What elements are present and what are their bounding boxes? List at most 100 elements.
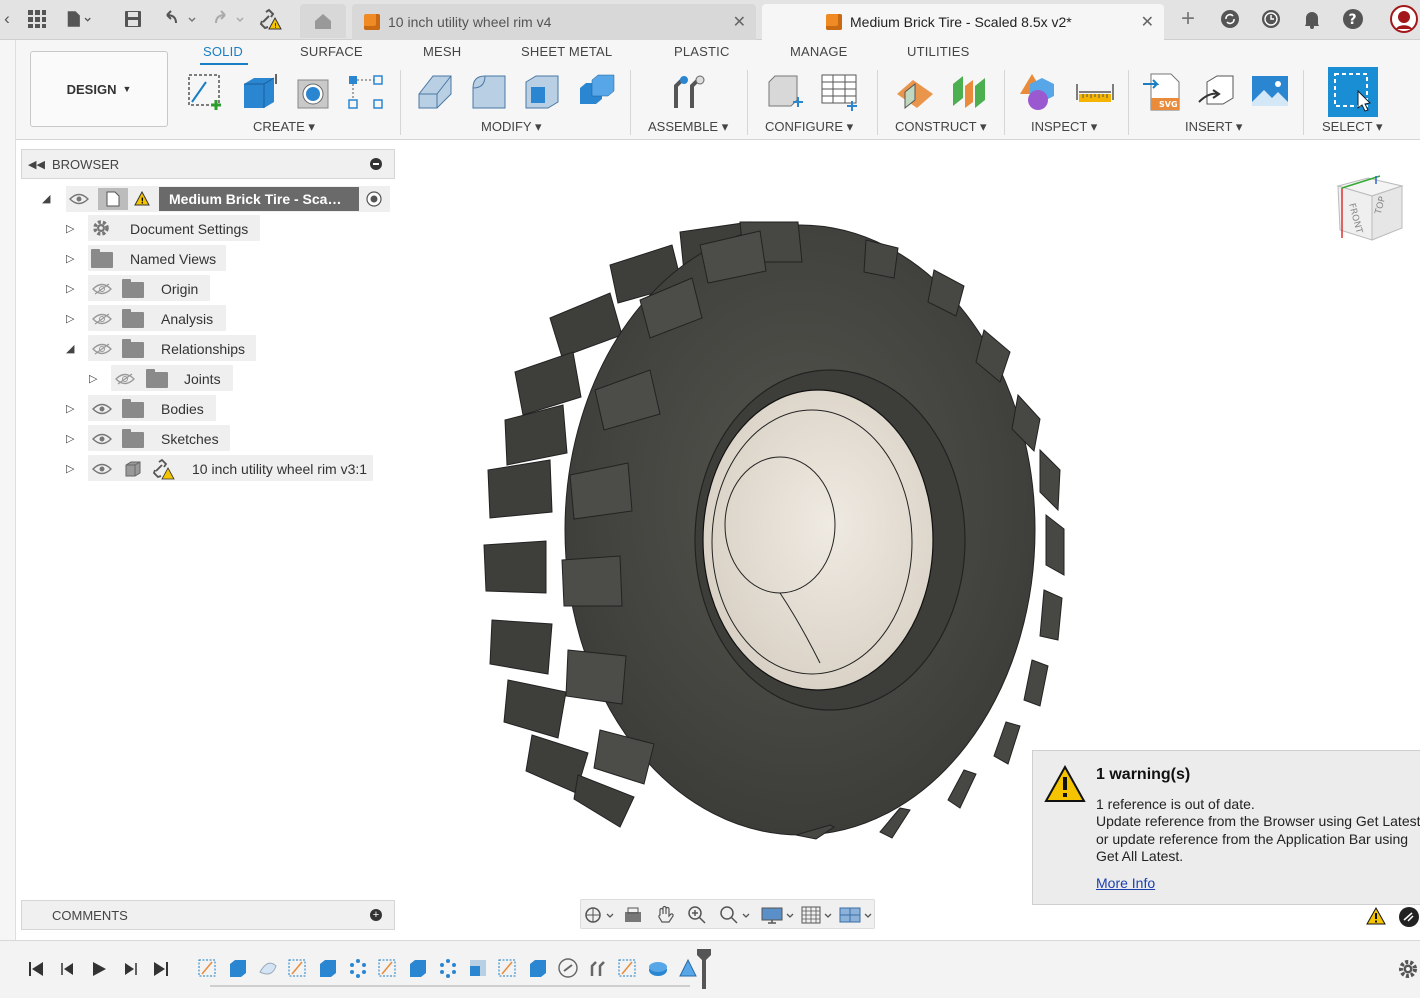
- insert-mesh-icon[interactable]: [1197, 72, 1237, 112]
- expand-arrow-icon[interactable]: ▷: [66, 433, 78, 445]
- redo-icon[interactable]: [210, 6, 250, 32]
- timeline-sketch-icon[interactable]: [378, 958, 398, 978]
- assemble-group-label[interactable]: ASSEMBLE ▾: [648, 119, 728, 135]
- grid-settings-icon[interactable]: [801, 905, 833, 925]
- go-to-start-icon[interactable]: [26, 959, 46, 979]
- timeline-pattern-icon[interactable]: [438, 958, 458, 978]
- timeline-pattern-icon[interactable]: [348, 958, 368, 978]
- workspace-switcher[interactable]: DESIGN ▼: [30, 51, 168, 127]
- configuration-icon[interactable]: [765, 72, 805, 112]
- add-comment-icon[interactable]: +: [370, 909, 382, 921]
- feedback-icon[interactable]: [1398, 906, 1420, 928]
- activate-radio-icon[interactable]: [365, 190, 383, 208]
- canvas-image-icon[interactable]: [1250, 72, 1290, 112]
- timeline-revolve-icon[interactable]: [648, 958, 668, 978]
- tab-manage[interactable]: MANAGE: [790, 44, 848, 59]
- avatar[interactable]: [1390, 5, 1418, 33]
- hidden-eye-icon[interactable]: [92, 283, 112, 295]
- play-icon[interactable]: [89, 959, 109, 979]
- look-at-icon[interactable]: [623, 905, 643, 925]
- inspect-group-label[interactable]: INSPECT ▾: [1031, 119, 1097, 135]
- visibility-eye-icon[interactable]: [69, 193, 89, 205]
- back-chevron-icon[interactable]: ‹: [0, 6, 14, 32]
- hidden-eye-icon[interactable]: [92, 343, 112, 355]
- timeline-extrude-icon[interactable]: [228, 958, 248, 978]
- interference-icon[interactable]: [1020, 72, 1060, 112]
- create-sketch-icon[interactable]: [186, 72, 226, 112]
- tab-sheet-metal[interactable]: SHEET METAL: [521, 44, 612, 59]
- close-tab-icon[interactable]: ✕: [1141, 12, 1154, 32]
- timeline-extrude-icon[interactable]: [318, 958, 338, 978]
- timeline-sketch-icon[interactable]: [498, 958, 518, 978]
- status-warning-icon[interactable]: [1366, 906, 1386, 926]
- link-warning-icon[interactable]: !: [258, 6, 284, 32]
- close-tab-icon[interactable]: ✕: [733, 12, 746, 32]
- clock-icon[interactable]: [1258, 6, 1284, 32]
- tab-rim-document[interactable]: 10 inch utility wheel rim v4 ✕: [352, 4, 756, 40]
- timeline-sketch-icon[interactable]: [288, 958, 308, 978]
- expand-arrow-icon[interactable]: ▷: [66, 313, 78, 325]
- tab-plastic[interactable]: PLASTIC: [674, 44, 730, 59]
- job-status-icon[interactable]: [1217, 6, 1243, 32]
- zoom-icon[interactable]: [687, 905, 707, 925]
- hidden-eye-icon[interactable]: [115, 373, 135, 385]
- pan-hand-icon[interactable]: [655, 905, 675, 925]
- orbit-icon[interactable]: [583, 905, 615, 925]
- timeline-scale-icon[interactable]: [468, 958, 488, 978]
- select-group-label[interactable]: SELECT ▾: [1322, 119, 1382, 135]
- construct-group-label[interactable]: CONSTRUCT ▾: [895, 119, 987, 135]
- file-menu-icon[interactable]: [66, 6, 92, 32]
- timeline-extrude-icon[interactable]: [408, 958, 428, 978]
- joint-icon[interactable]: [670, 72, 710, 112]
- hole-icon[interactable]: [294, 72, 334, 112]
- visibility-eye-icon[interactable]: [92, 403, 112, 415]
- expand-arrow-icon[interactable]: ▷: [66, 463, 78, 475]
- configure-group-label[interactable]: CONFIGURE ▾: [765, 119, 853, 135]
- tab-tire-document[interactable]: Medium Brick Tire - Scaled 8.5x v2* ✕: [762, 4, 1164, 40]
- hidden-eye-icon[interactable]: [92, 313, 112, 325]
- pattern-icon[interactable]: [346, 72, 386, 112]
- app-grid-icon[interactable]: [24, 6, 50, 32]
- combine-icon[interactable]: [576, 72, 616, 112]
- insert-group-label[interactable]: INSERT ▾: [1185, 119, 1242, 135]
- extrude-icon[interactable]: [240, 72, 280, 112]
- offset-plane-icon[interactable]: [895, 72, 935, 112]
- insert-svg-icon[interactable]: SVG: [1143, 72, 1183, 112]
- minimize-panel-icon[interactable]: [370, 158, 382, 170]
- collapse-arrow-icon[interactable]: ◢: [66, 343, 78, 355]
- timeline-sketch-icon[interactable]: [618, 958, 638, 978]
- collapse-panel-icon[interactable]: ◀◀: [28, 158, 46, 171]
- timeline-link-icon[interactable]: [558, 958, 578, 978]
- collapse-root-icon[interactable]: ◢: [42, 193, 54, 205]
- measure-icon[interactable]: [1075, 72, 1115, 112]
- modify-group-label[interactable]: MODIFY ▾: [481, 119, 541, 135]
- display-settings-icon[interactable]: [761, 905, 795, 925]
- timeline-extrude-icon[interactable]: [528, 958, 548, 978]
- root-component-label[interactable]: Medium Brick Tire - Scaled 8.5x v2: [159, 187, 359, 211]
- timeline-draft-icon[interactable]: [678, 958, 698, 978]
- visibility-eye-icon[interactable]: [92, 433, 112, 445]
- timeline-joint-icon[interactable]: [588, 958, 608, 978]
- step-forward-icon[interactable]: [120, 959, 140, 979]
- tire-model[interactable]: [483, 221, 1065, 840]
- midplane-icon[interactable]: [949, 72, 989, 112]
- expand-arrow-icon[interactable]: ▷: [89, 373, 101, 385]
- visibility-eye-icon[interactable]: [92, 463, 112, 475]
- shell-icon[interactable]: [522, 72, 562, 112]
- help-icon[interactable]: ?: [1340, 6, 1366, 32]
- expand-arrow-icon[interactable]: ▷: [66, 253, 78, 265]
- configuration-table-icon[interactable]: [819, 72, 859, 112]
- tab-solid[interactable]: SOLID: [203, 44, 243, 59]
- select-icon[interactable]: [1328, 67, 1378, 117]
- step-back-icon[interactable]: [58, 959, 78, 979]
- expand-arrow-icon[interactable]: ▷: [66, 223, 78, 235]
- view-cube[interactable]: FRONT TOP: [1330, 172, 1410, 252]
- save-icon[interactable]: [120, 6, 146, 32]
- fillet-icon[interactable]: [469, 72, 509, 112]
- expand-arrow-icon[interactable]: ▷: [66, 283, 78, 295]
- tab-mesh[interactable]: MESH: [423, 44, 461, 59]
- create-group-label[interactable]: CREATE ▾: [253, 119, 315, 135]
- tab-surface[interactable]: SURFACE: [300, 44, 363, 59]
- timeline-revolve-icon[interactable]: [258, 958, 278, 978]
- press-pull-icon[interactable]: [415, 72, 455, 112]
